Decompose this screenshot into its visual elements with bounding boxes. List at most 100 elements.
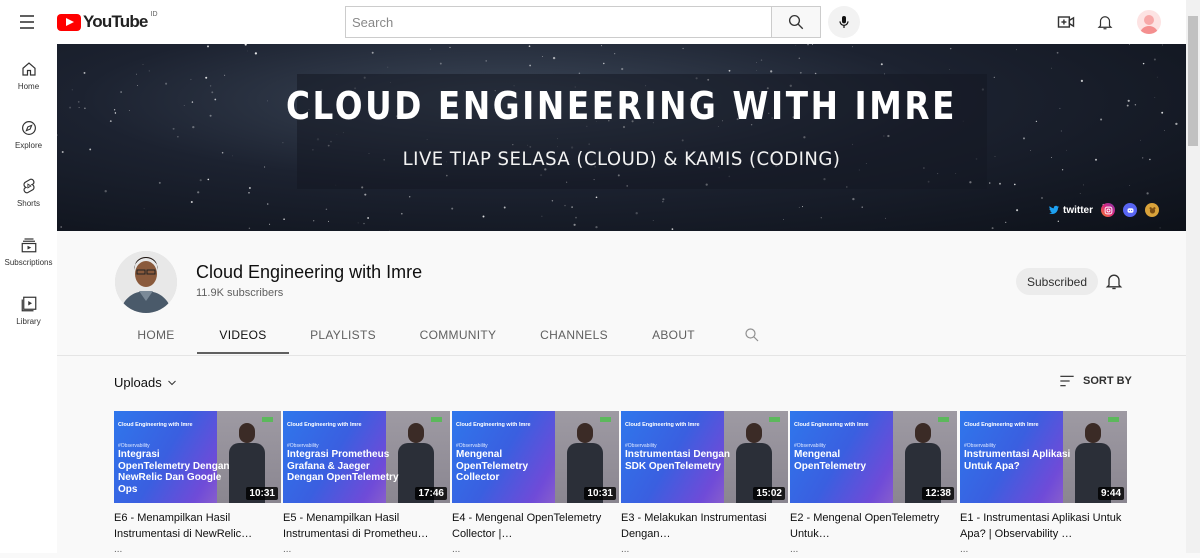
video-thumbnail[interactable]: Cloud Engineering with Imre #Observabilit…	[283, 411, 450, 503]
video-meta: ...	[452, 544, 461, 555]
video-thumbnail[interactable]: Cloud Engineering with Imre #Observabilit…	[621, 411, 788, 503]
star	[812, 44, 813, 45]
star	[60, 226, 63, 228]
tab-playlists[interactable]: PLAYLISTS	[303, 322, 383, 354]
star	[254, 52, 258, 55]
star	[57, 134, 58, 136]
tab-about[interactable]: ABOUT	[646, 322, 701, 354]
web-icon[interactable]	[1145, 203, 1159, 217]
video-title[interactable]: E2 - Mengenal OpenTelemetry Untuk…	[790, 511, 957, 542]
twitter-link[interactable]: twitter	[1048, 204, 1093, 216]
star	[114, 112, 117, 114]
star	[573, 223, 576, 226]
sidebar-item-home[interactable]: Home	[0, 60, 57, 116]
video-thumbnail[interactable]: Cloud Engineering with Imre #Observabilit…	[790, 411, 957, 503]
page-scrollbar[interactable]	[1186, 0, 1200, 553]
sidebar-item-explore[interactable]: Explore	[0, 119, 57, 175]
discord-icon[interactable]	[1123, 203, 1137, 217]
star	[564, 204, 566, 207]
thumbnail-title: Integrasi Prometheus Grafana & Jaeger De…	[287, 449, 399, 483]
star	[1161, 44, 1163, 46]
channel-banner	[57, 44, 1186, 231]
video-title[interactable]: E5 - Menampilkan Hasil Instrumentasi di …	[283, 511, 450, 542]
banner-title: CLOUD ENGINEERING WITH IMRE	[285, 84, 958, 128]
star	[158, 181, 161, 184]
create-video-icon[interactable]	[1055, 11, 1077, 33]
star	[1005, 221, 1007, 224]
star	[807, 44, 809, 46]
star	[439, 62, 442, 65]
video-card[interactable]: Cloud Engineering with Imre #Observabilit…	[114, 411, 281, 558]
tab-videos[interactable]: VIDEOS	[197, 322, 289, 354]
video-card[interactable]: Cloud Engineering with Imre #Observabilit…	[790, 411, 957, 558]
instagram-icon[interactable]	[1101, 203, 1115, 217]
video-card[interactable]: Cloud Engineering with Imre #Observabilit…	[452, 411, 619, 558]
star	[248, 191, 250, 194]
thumbnail-logo-icon	[1108, 417, 1119, 422]
star	[801, 206, 804, 208]
sort-by-label: SORT BY	[1083, 375, 1132, 387]
star	[1051, 67, 1052, 69]
search-input[interactable]	[352, 14, 765, 30]
star	[83, 71, 86, 74]
star	[503, 206, 506, 209]
star	[364, 193, 367, 196]
tab-home[interactable]: HOME	[126, 322, 186, 354]
sidebar-item-library[interactable]: Library	[0, 295, 57, 351]
star	[820, 217, 822, 219]
star	[128, 109, 130, 112]
youtube-logo[interactable]: YouTube ID	[57, 11, 158, 32]
home-icon	[21, 62, 36, 76]
star	[542, 56, 543, 57]
star	[449, 46, 451, 48]
channel-search-icon[interactable]	[743, 326, 761, 344]
banner-links: twitter	[1048, 202, 1159, 218]
video-thumbnail[interactable]: Cloud Engineering with Imre #Observabilit…	[452, 411, 619, 503]
video-title[interactable]: E3 - Melakukan Instrumentasi Dengan…	[621, 511, 788, 542]
voice-search-button[interactable]	[828, 6, 860, 38]
avatar[interactable]	[1137, 10, 1161, 34]
video-meta: ...	[960, 544, 969, 555]
uploads-dropdown[interactable]: Uploads	[114, 375, 178, 390]
star	[575, 216, 577, 219]
search-button[interactable]	[771, 6, 821, 38]
video-card[interactable]: Cloud Engineering with Imre #Observabilit…	[283, 411, 450, 558]
video-duration: 9:44	[1097, 487, 1124, 500]
sidebar-item-subscriptions[interactable]: Subscriptions	[0, 236, 57, 292]
sidebar-item-label: Library	[16, 317, 41, 326]
star	[861, 206, 863, 208]
channel-avatar[interactable]	[115, 251, 177, 313]
star	[1057, 220, 1059, 222]
star	[327, 220, 330, 222]
notification-preferences-bell-icon[interactable]	[1104, 271, 1124, 291]
star	[1041, 197, 1043, 199]
video-card[interactable]: Cloud Engineering with Imre #Observabilit…	[621, 411, 788, 558]
video-title[interactable]: E6 - Menampilkan Hasil Instrumentasi di …	[114, 511, 281, 542]
menu-icon[interactable]	[18, 11, 40, 33]
video-thumbnail[interactable]: Cloud Engineering with Imre #Observabilit…	[960, 411, 1127, 503]
star	[1129, 185, 1131, 186]
star	[999, 182, 1001, 185]
star	[662, 201, 664, 203]
video-title[interactable]: E1 - Instrumentasi Aplikasi Untuk Apa? |…	[960, 511, 1127, 542]
scrollbar-thumb[interactable]	[1188, 16, 1198, 146]
star	[1164, 130, 1166, 131]
star	[69, 106, 72, 109]
uploads-label: Uploads	[114, 375, 162, 390]
star	[621, 67, 624, 71]
star	[1128, 44, 1131, 45]
thumbnail-logo-icon	[938, 417, 949, 422]
notifications-bell-icon[interactable]	[1094, 11, 1116, 33]
sort-by-button[interactable]: SORT BY	[1059, 374, 1132, 388]
video-title[interactable]: E4 - Mengenal OpenTelemetry Collector |…	[452, 511, 619, 542]
star	[363, 222, 365, 225]
tab-community[interactable]: COMMUNITY	[413, 322, 503, 354]
sidebar-item-shorts[interactable]: Shorts	[0, 177, 57, 233]
thumbnail-title: Instrumentasi Dengan SDK OpenTelemetry	[625, 449, 731, 472]
star	[78, 107, 80, 109]
star	[1159, 227, 1161, 229]
video-thumbnail[interactable]: Cloud Engineering with Imre #Observabilit…	[114, 411, 281, 503]
tab-channels[interactable]: CHANNELS	[533, 322, 615, 354]
subscribed-button[interactable]: Subscribed	[1016, 268, 1098, 295]
video-card[interactable]: Cloud Engineering with Imre #Observabilit…	[960, 411, 1127, 558]
